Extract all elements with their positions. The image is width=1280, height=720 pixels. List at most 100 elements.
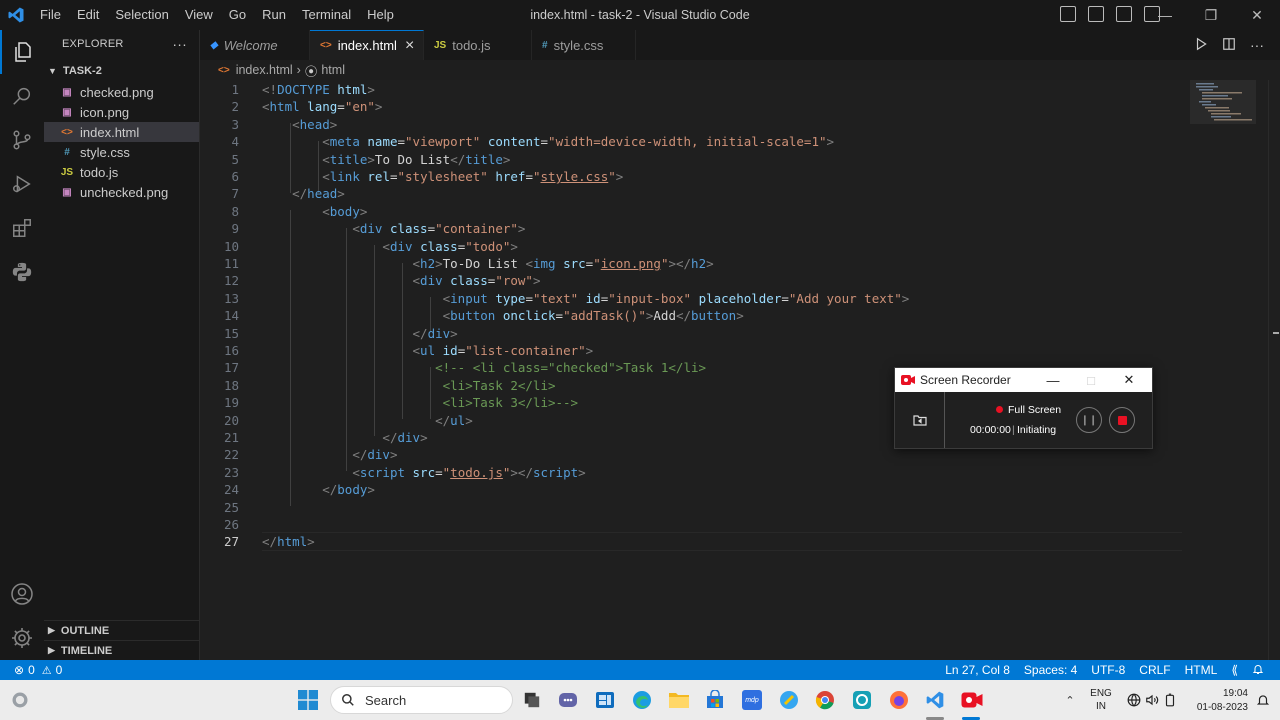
menu-view[interactable]: View [177,0,221,30]
notification-center-icon[interactable] [1251,688,1275,712]
toggle-sidebar-icon[interactable] [1060,6,1076,22]
menu-terminal[interactable]: Terminal [294,0,359,30]
microsoft-store-icon[interactable] [703,688,727,712]
split-editor-icon[interactable] [1222,37,1236,54]
minimize-icon[interactable]: — [1142,0,1188,30]
menu-selection[interactable]: Selection [107,0,176,30]
outline-section[interactable]: ▶ OUTLINE [44,620,200,640]
file-item[interactable]: <> index.html [44,122,199,142]
file-item[interactable]: # style.css [44,142,199,162]
menu-run[interactable]: Run [254,0,294,30]
css-file-icon: # [64,146,70,158]
toggle-panel-icon[interactable] [1088,6,1104,22]
menu-help[interactable]: Help [359,0,402,30]
accounts-icon[interactable] [0,572,44,616]
more-actions-icon[interactable]: ··· [1250,37,1264,53]
warning-icon: ⚠ [41,664,52,677]
cursor-position[interactable]: Ln 27, Col 8 [945,663,1010,677]
chevron-right-icon: ▶ [48,645,55,655]
input-language[interactable]: ENG IN [1088,687,1114,713]
task-view-icon[interactable] [520,688,544,712]
toggle-secondary-sidebar-icon[interactable] [1116,6,1132,22]
vscode-taskbar-icon[interactable] [923,688,947,712]
extensions-icon[interactable] [0,206,44,250]
language-mode[interactable]: HTML [1185,663,1218,677]
close-icon[interactable]: ✕ [1110,368,1148,392]
stop-button[interactable] [1109,407,1135,433]
file-item[interactable]: JS todo.js [44,162,199,182]
tab-welcome[interactable]: ◆ Welcome [200,30,310,60]
line-number: 1 [231,82,239,97]
mdp-app-icon[interactable]: mdp [740,688,764,712]
end-of-line[interactable]: CRLF [1139,663,1170,677]
line-number: 13 [223,290,239,306]
folder-task-2[interactable]: ▼ TASK-2 [44,60,199,82]
code-line-22: </div> [352,447,398,462]
minimize-icon[interactable]: — [1034,368,1072,392]
clock[interactable]: 19:04 01-08-2023 [1186,687,1248,715]
screen-recorder-taskbar-icon[interactable] [960,688,984,712]
tab-style-css[interactable]: # style.css [532,30,636,60]
close-tab-icon[interactable]: × [405,37,414,55]
python-icon[interactable] [0,250,44,294]
breadcrumb-symbol[interactable]: html [321,63,345,77]
warning-count: 0 [55,663,63,677]
close-window-icon[interactable]: ✕ [1234,0,1280,30]
file-item[interactable]: ▣ unchecked.png [44,182,199,202]
run-icon[interactable] [1194,37,1208,54]
menu-file[interactable]: File [32,0,69,30]
menu-go[interactable]: Go [221,0,254,30]
vpn-app-icon[interactable] [777,688,801,712]
file-explorer-icon[interactable] [667,688,691,712]
explorer-title: EXPLORER [62,38,124,50]
menu-edit[interactable]: Edit [69,0,107,30]
current-line-highlight [262,532,1182,551]
weather-widget-icon[interactable] [8,688,32,712]
source-control-icon[interactable] [0,118,44,162]
breadcrumb-file[interactable]: index.html [236,63,293,77]
teams-chat-icon[interactable] [556,688,580,712]
pause-button[interactable]: ❙❙ [1076,407,1102,433]
code-line-17: <!-- <li class="checked">Task 1</li> [435,360,707,375]
encoding[interactable]: UTF-8 [1091,663,1125,677]
chevron-right-icon: ▶ [48,625,55,635]
chrome-browser-icon[interactable] [813,688,837,712]
line-number: 15 [223,325,239,341]
problems-indicator[interactable]: ⊗ 0 ⚠ 0 [0,663,62,677]
restore-icon[interactable]: ❐ [1188,0,1234,30]
html-file-icon: <> [320,40,332,51]
code-line-14: <button onclick="addTask()">Add</button> [442,308,744,323]
indentation[interactable]: Spaces: 4 [1024,663,1077,677]
file-item[interactable]: ▣ checked.png [44,82,199,102]
edge-browser-icon[interactable] [630,688,654,712]
maximize-icon[interactable]: □ [1072,368,1110,392]
search-icon[interactable] [0,74,44,118]
chevron-down-icon: ▼ [48,66,57,76]
timeline-section[interactable]: ▶ TIMELINE [44,640,200,660]
widgets-icon[interactable] [593,688,617,712]
screen-app-icon[interactable] [850,688,874,712]
windows-start-icon[interactable] [296,688,320,712]
live-share-icon[interactable]: ⟪ [1231,663,1238,677]
run-debug-icon[interactable] [0,162,44,206]
explorer-icon[interactable] [0,30,44,74]
notifications-bell-icon[interactable] [1252,663,1264,678]
firefox-browser-icon[interactable] [887,688,911,712]
tab-todo-js[interactable]: JS todo.js [424,30,532,60]
tab-index-html[interactable]: <> index.html × [310,30,424,60]
minimap[interactable] [1190,80,1256,124]
recorder-window-controls: — □ ✕ [1034,368,1148,392]
taskbar-search-box[interactable]: Search [330,686,513,714]
breadcrumb: <> index.html › ⦿ html [200,60,345,80]
manage-gear-icon[interactable] [0,616,44,660]
chevron-up-icon[interactable]: ⌃ [1058,688,1082,712]
file-item[interactable]: ▣ icon.png [44,102,199,122]
battery-icon[interactable] [1158,688,1182,712]
status-right: Ln 27, Col 8 Spaces: 4 UTF-8 CRLF HTML ⟪ [945,663,1264,678]
line-number: 14 [223,308,239,324]
more-actions-icon[interactable]: ··· [172,36,187,52]
vertical-scrollbar[interactable] [1268,80,1280,660]
open-folder-button[interactable] [895,392,945,448]
code-line-12: <div class="row"> [412,273,541,288]
js-file-icon: JS [60,166,74,178]
